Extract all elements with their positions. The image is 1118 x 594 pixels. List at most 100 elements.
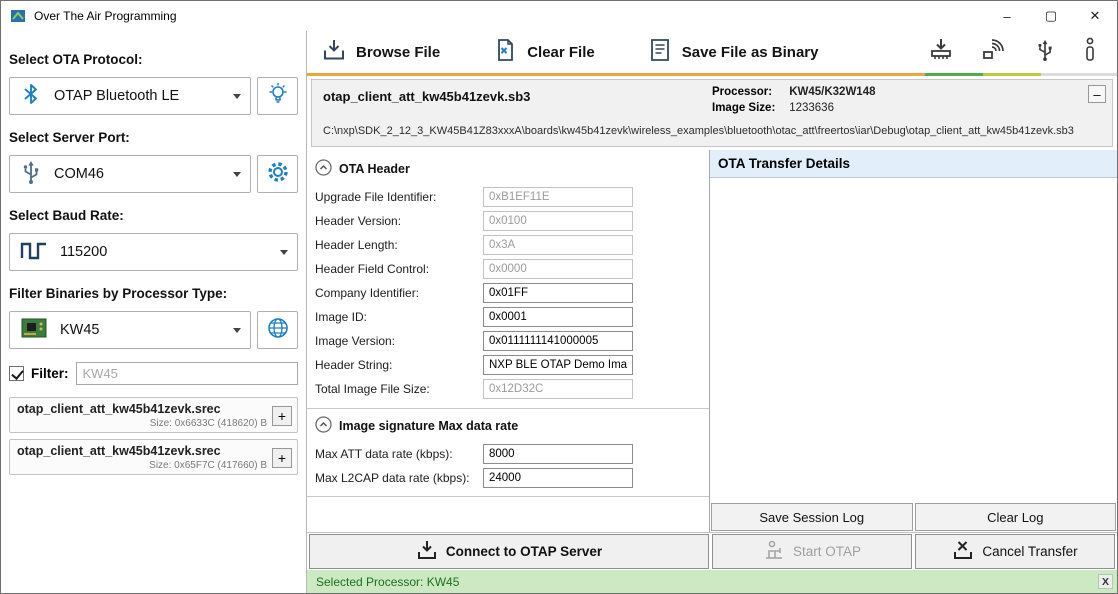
port-select[interactable]: COM46 [9,155,251,193]
strip-yellowgreen [983,73,1041,76]
field-row: Upgrade File Identifier: [307,185,709,209]
field-label: Header Length: [315,238,483,252]
field-row: Max ATT data rate (kbps): [307,442,709,466]
processor-select[interactable]: KW45 [9,311,251,349]
filter-checkbox[interactable] [9,366,24,381]
field-label: Max ATT data rate (kbps): [315,447,483,461]
maximize-button[interactable]: ▢ [1029,1,1073,31]
transfer-log-area [710,178,1117,502]
header-field-control-input [483,259,633,279]
protocol-value: OTAP Bluetooth LE [54,88,222,104]
total-image-file-size-input [483,379,633,399]
square-wave-icon [19,238,49,267]
port-label: Select Server Port: [9,130,298,145]
cancel-transfer-label: Cancel Transfer [982,544,1077,559]
field-row: Header Field Control: [307,257,709,281]
browse-file-button[interactable]: Browse File [321,37,440,67]
strip-tail [1041,73,1117,76]
start-otap-button[interactable]: Start OTAP [712,534,912,569]
company-identifier-input[interactable] [483,283,633,303]
add-file-button[interactable]: + [272,448,292,468]
image-size-value: 1233636 [789,102,834,114]
file-meta: otap_client_att_kw45b41zevk.srec Size: 0… [17,402,267,429]
port-settings-button[interactable] [257,155,298,193]
protocol-label: Select OTA Protocol: [9,52,298,67]
save-binary-icon [647,37,673,67]
image-size-label: Image Size: [712,102,786,114]
clear-file-button[interactable]: Clear File [492,37,595,67]
field-label: Header Version: [315,214,483,228]
bluetooth-icon [19,82,43,111]
field-row: Header String: [307,353,709,377]
app-window: Over The Air Programming – ▢ ✕ Select OT… [0,0,1118,594]
connect-download-icon [416,539,438,564]
field-label: Total Image File Size: [315,382,483,396]
field-row: Max L2CAP data rate (kbps): [307,466,709,490]
usb-port-icon[interactable] [1034,38,1056,67]
protocol-select[interactable]: OTAP Bluetooth LE [9,77,251,115]
max-att-rate-input[interactable] [483,444,633,464]
field-label: Header String: [315,358,483,372]
info-icon[interactable] [1083,37,1097,68]
baud-select[interactable]: 115200 [9,233,298,271]
clear-log-button[interactable]: Clear Log [915,503,1117,531]
field-label: Company Identifier: [315,286,483,300]
field-label: Image ID: [315,310,483,324]
field-row: Header Length: [307,233,709,257]
max-l2cap-rate-input[interactable] [483,468,633,488]
header-length-input [483,235,633,255]
file-info-meta: Processor: KW45/K32W148 Image Size: 1233… [712,86,876,118]
wireless-icon[interactable] [981,37,1007,68]
main-area: Browse File Clear File Save File as Bina… [307,31,1117,593]
window-title: Over The Air Programming [34,9,177,23]
binary-file-item[interactable]: otap_client_att_kw45b41zevk.srec Size: 0… [9,397,298,433]
connect-otap-server-label: Connect to OTAP Server [446,544,602,559]
save-session-log-button[interactable]: Save Session Log [711,503,913,531]
status-close-button[interactable]: X [1098,574,1113,589]
connect-otap-server-button[interactable]: Connect to OTAP Server [309,534,709,569]
bottom-actions: Connect to OTAP Server Start OTAP Cancel… [307,532,1117,570]
signature-section-title: Image signature Max data rate [339,419,518,433]
browse-processors-button[interactable] [257,311,298,349]
chevron-down-icon [233,94,241,99]
image-id-input[interactable] [483,307,633,327]
upgrade-file-identifier-input [483,187,633,207]
field-row: Total Image File Size: [307,377,709,401]
cancel-transfer-button[interactable]: Cancel Transfer [915,534,1115,569]
filter-input[interactable] [76,362,298,385]
start-otap-icon [763,539,785,564]
file-name: otap_client_att_kw45b41zevk.srec [17,402,267,416]
sidebar: Select OTA Protocol: OTAP Bluetooth LE S… [1,31,307,593]
add-file-button[interactable]: + [272,406,292,426]
chevron-down-icon [233,172,241,177]
header-version-input [483,211,633,231]
processor-meta-value: KW45/K32W148 [789,86,875,98]
chevron-down-icon [233,328,241,333]
port-value: COM46 [54,166,222,182]
program-board-icon[interactable] [928,37,954,68]
transfer-panel: OTA Transfer Details Save Session Log Cl… [709,150,1117,532]
tips-button[interactable] [257,77,298,115]
file-size: Size: 0x65F7C (417660) B [17,460,267,471]
collapse-file-info-button[interactable]: – [1088,85,1106,103]
window-controls: – ▢ ✕ [985,1,1117,31]
binary-file-item[interactable]: otap_client_att_kw45b41zevk.srec Size: 0… [9,439,298,475]
processor-meta-label: Processor: [712,86,786,98]
field-row: Image Version: [307,329,709,353]
filter-label: Filter: [31,366,69,381]
usb-icon [19,159,43,190]
chevron-up-circle-icon [315,159,332,179]
minimize-button[interactable]: – [985,1,1029,31]
close-button[interactable]: ✕ [1073,1,1117,31]
ota-header-section-toggle[interactable]: OTA Header [307,154,709,185]
save-binary-button[interactable]: Save File as Binary [647,37,819,67]
header-string-input[interactable] [483,355,633,375]
file-size: Size: 0x6633C (418620) B [17,418,267,429]
signature-section-toggle[interactable]: Image signature Max data rate [307,411,709,442]
file-meta: otap_client_att_kw45b41zevk.srec Size: 0… [17,444,267,471]
app-icon [10,8,26,24]
image-version-input[interactable] [483,331,633,351]
ota-header-form: OTA Header Upgrade File Identifier: Head… [307,150,709,532]
field-label: Header Field Control: [315,262,483,276]
chip-icon [19,316,49,345]
